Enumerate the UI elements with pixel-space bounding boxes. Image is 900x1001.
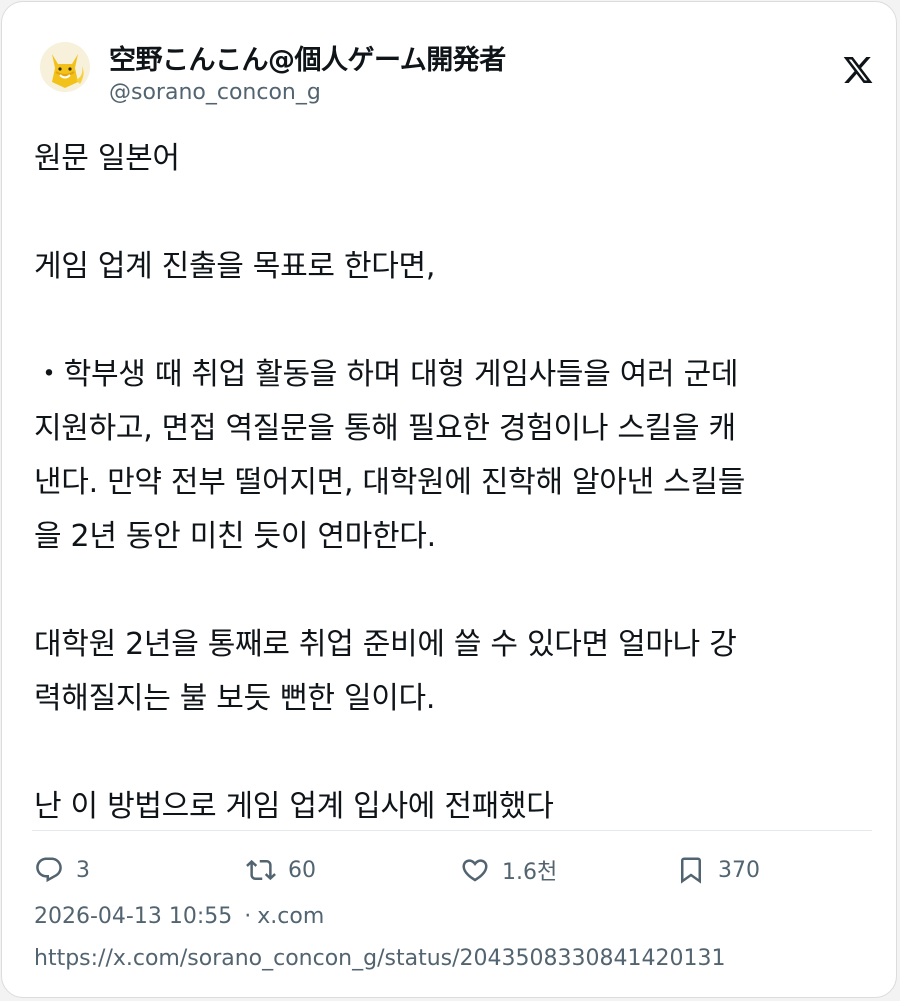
tweet-line: 지원하고, 면접 역질문을 통해 필요한 경험이나 스킬을 캐	[34, 411, 736, 446]
tweet-line: 대학원 2년을 통째로 취업 준비에 쓸 수 있다면 얼마나 강	[34, 627, 737, 662]
tweet-url[interactable]: https://x.com/sorano_concon_g/status/204…	[34, 946, 725, 971]
tweet-meta: 2026-04-13 10:55 · x.com	[34, 904, 324, 929]
tweet-line: 력해질지는 불 보듯 뻔한 일이다.	[34, 681, 436, 716]
repost-icon	[246, 859, 276, 881]
reply-icon	[36, 857, 62, 883]
bookmark-icon	[681, 857, 701, 884]
source-link[interactable]: x.com	[257, 904, 324, 929]
reply-button[interactable]: 3	[34, 852, 90, 888]
tweet-text: 원문 일본어 게임 업계 진출을 목표로 한다면, ・학부생 때 취업 활동을 …	[34, 132, 870, 834]
tweet-line: 을 2년 동안 미친 듯이 연마한다.	[34, 519, 436, 554]
tweet-line: 낸다. 만약 전부 떨어지면, 대학원에 진학해 알아낸 스킬들	[34, 465, 746, 500]
x-logo-icon[interactable]	[842, 54, 874, 86]
bookmark-count: 370	[718, 857, 760, 883]
tweet-line: ・학부생 때 취업 활동을 하며 대형 게임사들을 여러 군데	[34, 357, 739, 392]
like-count: 1.6천	[502, 860, 558, 885]
meta-separator: ·	[244, 904, 252, 929]
repost-count: 60	[288, 857, 316, 883]
tweet-line: 원문 일본어	[34, 141, 180, 176]
heart-icon	[462, 859, 488, 882]
reply-count: 3	[76, 857, 90, 883]
user-handle[interactable]: @sorano_concon_g	[109, 80, 321, 105]
repost-button[interactable]: 60	[246, 852, 316, 888]
divider	[32, 830, 872, 831]
fox-avatar-icon	[40, 42, 90, 92]
tweet-line: 난 이 방법으로 게임 업계 입사에 전패했다	[34, 789, 554, 824]
avatar[interactable]	[40, 42, 90, 92]
tweet-line: 게임 업계 진출을 목표로 한다면,	[34, 249, 436, 284]
tweet-card: 空野こんこん@個人ゲーム開発者 @sorano_concon_g 원문 일본어 …	[1, 1, 897, 998]
timestamp[interactable]: 2026-04-13 10:55	[34, 904, 232, 929]
display-name[interactable]: 空野こんこん@個人ゲーム開発者	[109, 38, 506, 77]
like-button[interactable]: 1.6천	[460, 852, 557, 888]
bookmark-button[interactable]: 370	[676, 852, 760, 888]
